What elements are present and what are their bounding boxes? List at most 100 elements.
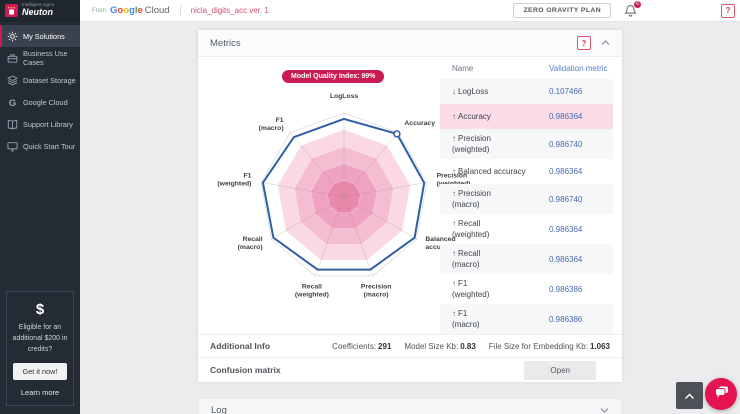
layers-icon bbox=[7, 75, 18, 86]
arrow-up-icon: ↑ bbox=[452, 249, 456, 258]
app-logo[interactable]: Intelligent Agent Neuton bbox=[0, 0, 80, 22]
notification-badge: 6 bbox=[634, 1, 641, 8]
table-row[interactable]: ↑Precision(weighted)0.986740 bbox=[440, 129, 613, 159]
stat-value: 0.83 bbox=[460, 342, 476, 351]
info-stat: File Size for Embedding Kb:1.063 bbox=[489, 342, 610, 351]
confusion-matrix-open-button[interactable]: Open bbox=[524, 361, 596, 380]
neuton-logo-icon bbox=[5, 4, 18, 17]
metrics-panel-body: Model Quality Index: 99% LogLoss Accuracy… bbox=[198, 57, 622, 334]
additional-info-row: Additional Info Coefficients:291Model Si… bbox=[198, 334, 622, 357]
arrow-up-icon: ↑ bbox=[452, 134, 456, 143]
collapse-chevron-icon[interactable] bbox=[601, 40, 610, 46]
radar-chart-section: Model Quality Index: 99% LogLoss Accuracy… bbox=[198, 57, 440, 299]
metric-value: 0.986740 bbox=[549, 195, 613, 204]
sidebar-item-support-library[interactable]: Support Library bbox=[0, 113, 80, 135]
sidebar-item-dataset-storage[interactable]: Dataset Storage bbox=[0, 69, 80, 91]
from-label: From bbox=[92, 8, 106, 14]
google-g-icon: G bbox=[7, 97, 18, 108]
metric-value: 0.986386 bbox=[549, 315, 613, 324]
log-expand-chevron-icon[interactable] bbox=[600, 407, 609, 413]
dollar-icon: $ bbox=[12, 301, 68, 318]
chat-widget-button[interactable] bbox=[705, 378, 737, 410]
sidebar-item-quick-start-tour[interactable]: Quick Start Tour bbox=[0, 135, 80, 157]
arrow-down-icon: ↓ bbox=[452, 87, 456, 96]
project-name[interactable]: nicla_digits_acc ver. 1 bbox=[191, 6, 269, 15]
sidebar-item-label: Dataset Storage bbox=[23, 76, 76, 85]
metrics-help-button[interactable]: ? bbox=[577, 36, 591, 50]
sidebar-item-label: Google Cloud bbox=[23, 98, 68, 107]
stat-label: Coefficients: bbox=[332, 342, 376, 351]
table-row[interactable]: ↑Precision(macro)0.986740 bbox=[440, 184, 613, 214]
table-row[interactable]: ↑Accuracy0.986364 bbox=[440, 104, 613, 129]
arrow-up-icon: ↑ bbox=[452, 219, 456, 228]
stat-label: Model Size Kb: bbox=[404, 342, 458, 351]
log-title: Log bbox=[211, 405, 227, 414]
table-row[interactable]: ↑Balanced accuracy0.986364 bbox=[440, 159, 613, 184]
content-area: Metrics ? Model Quality Index: 99% LogLo… bbox=[80, 22, 740, 414]
metric-name: ↑Precision(weighted) bbox=[452, 133, 549, 155]
table-row[interactable]: ↑F1(weighted)0.986386 bbox=[440, 274, 613, 304]
sidebar-item-business-use-cases[interactable]: Business Use Cases bbox=[0, 47, 80, 69]
metric-name: ↑F1(macro) bbox=[452, 308, 549, 330]
table-row[interactable]: ↑Recall(weighted)0.986364 bbox=[440, 214, 613, 244]
table-row[interactable]: ↑Recall(macro)0.986364 bbox=[440, 244, 613, 274]
svg-text:F1(weighted): F1(weighted) bbox=[217, 173, 251, 188]
metric-name: ↑Balanced accuracy bbox=[452, 166, 549, 177]
table-row[interactable]: ↓LogLoss0.107466 bbox=[440, 79, 613, 104]
arrow-up-icon: ↑ bbox=[452, 112, 456, 121]
book-icon bbox=[7, 119, 18, 130]
radar-chart: LogLossAccuracyPrecision(weighted)Balanc… bbox=[198, 87, 440, 299]
quality-index-badge: Model Quality Index: 99% bbox=[282, 70, 384, 83]
svg-text:Accuracy: Accuracy bbox=[404, 120, 435, 127]
get-it-now-button[interactable]: Get it now! bbox=[13, 363, 68, 380]
stat-value: 291 bbox=[378, 342, 391, 351]
promo-text: Eligible for an additional $200 in credi… bbox=[12, 323, 68, 356]
briefcase-icon bbox=[7, 53, 18, 64]
metric-value: 0.986364 bbox=[549, 255, 613, 264]
metrics-table: Name Validation metric ↓LogLoss0.107466↑… bbox=[440, 57, 613, 334]
info-stat: Coefficients:291 bbox=[332, 342, 391, 351]
column-header-validation-metric[interactable]: Validation metric bbox=[549, 64, 613, 73]
sidebar-item-label: Quick Start Tour bbox=[23, 142, 75, 151]
confusion-matrix-row: Confusion matrix Open bbox=[198, 357, 622, 382]
gear-icon bbox=[7, 31, 18, 42]
confusion-matrix-title: Confusion matrix bbox=[210, 365, 281, 375]
logo-name: Neuton bbox=[22, 8, 54, 18]
learn-more-link[interactable]: Learn more bbox=[12, 388, 68, 397]
table-row[interactable]: ↑F1(macro)0.986386 bbox=[440, 304, 613, 334]
metric-name: ↓LogLoss bbox=[452, 86, 549, 97]
svg-text:Precision(macro): Precision(macro) bbox=[361, 283, 392, 298]
column-header-name: Name bbox=[452, 64, 549, 73]
metrics-title: Metrics bbox=[210, 38, 241, 49]
svg-text:Recall(weighted): Recall(weighted) bbox=[295, 283, 329, 298]
sidebar-item-google-cloud[interactable]: G Google Cloud bbox=[0, 91, 80, 113]
metric-value: 0.107466 bbox=[549, 87, 613, 96]
stat-label: File Size for Embedding Kb: bbox=[489, 342, 588, 351]
header-actions: ZERO GRAVITY PLAN 6 ? bbox=[513, 3, 740, 18]
sidebar-item-my-solutions[interactable]: My Solutions bbox=[0, 25, 80, 47]
metrics-table-body: ↓LogLoss0.107466↑Accuracy0.986364↑Precis… bbox=[440, 79, 613, 334]
header-divider bbox=[180, 5, 181, 16]
metrics-table-header: Name Validation metric bbox=[440, 57, 613, 79]
sidebar-item-label: Support Library bbox=[23, 120, 73, 129]
metric-value: 0.986364 bbox=[549, 225, 613, 234]
header-help-button[interactable]: ? bbox=[721, 4, 735, 18]
metric-name: ↑Recall(weighted) bbox=[452, 218, 549, 240]
metrics-panel: Metrics ? Model Quality Index: 99% LogLo… bbox=[198, 30, 622, 382]
notifications-button[interactable]: 6 bbox=[624, 4, 637, 18]
arrow-up-icon: ↑ bbox=[452, 189, 456, 198]
svg-text:LogLoss: LogLoss bbox=[330, 93, 359, 100]
zero-gravity-plan-button[interactable]: ZERO GRAVITY PLAN bbox=[513, 3, 611, 18]
sidebar-nav: My Solutions Business Use Cases Dataset St… bbox=[0, 25, 80, 157]
metric-value: 0.986364 bbox=[549, 167, 613, 176]
chat-bubble-icon bbox=[713, 384, 730, 404]
metric-name: ↑Precision(macro) bbox=[452, 188, 549, 210]
arrow-up-icon: ↑ bbox=[452, 279, 456, 288]
metrics-panel-header[interactable]: Metrics ? bbox=[198, 30, 622, 57]
sidebar-item-label: Business Use Cases bbox=[23, 49, 80, 67]
metric-name: ↑Recall(macro) bbox=[452, 248, 549, 270]
arrow-up-icon: ↑ bbox=[452, 167, 456, 176]
log-section-header[interactable]: Log bbox=[198, 398, 622, 414]
scroll-to-top-button[interactable] bbox=[676, 382, 703, 409]
chevron-up-icon bbox=[684, 388, 695, 403]
